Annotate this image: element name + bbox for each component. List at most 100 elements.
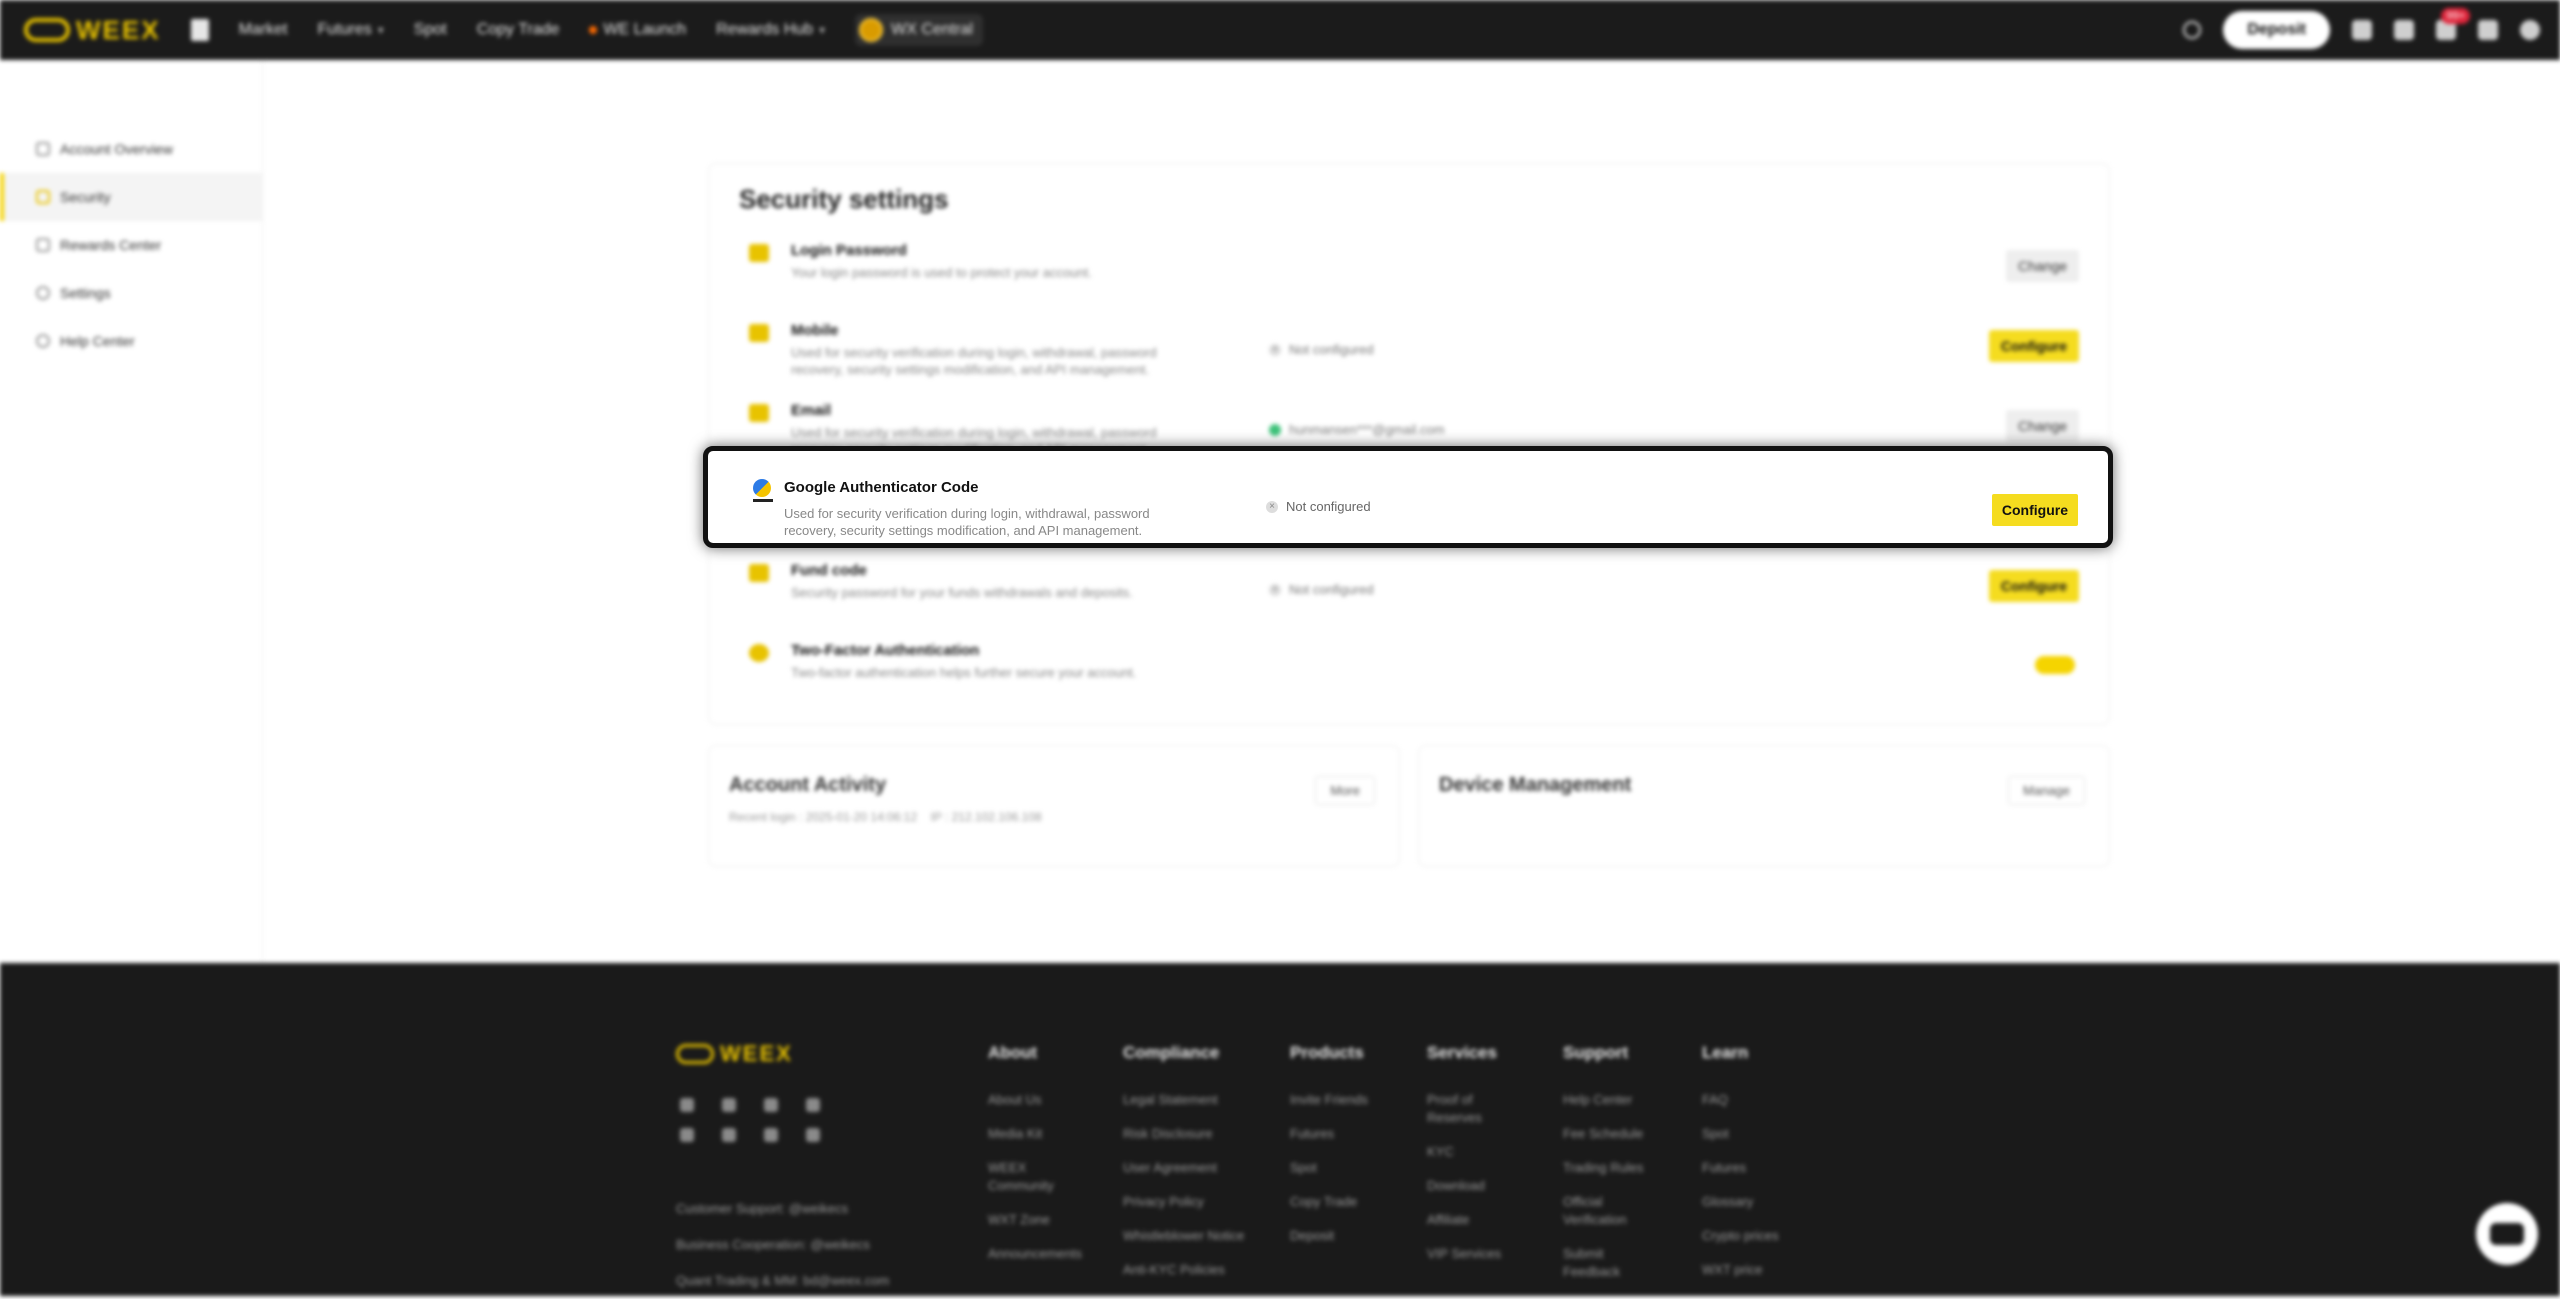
manage-devices-button[interactable]: Manage	[2008, 776, 2085, 805]
nav-rewards-hub[interactable]: Rewards Hub ▾	[716, 21, 825, 39]
not-configured-icon: ×	[1269, 343, 1281, 356]
discord-icon[interactable]	[680, 1128, 694, 1142]
chat-support-button[interactable]	[2476, 1203, 2538, 1265]
footer-link[interactable]: Deposit	[1290, 1227, 1390, 1245]
footer-link[interactable]: Anti-KYC Policies	[1123, 1261, 1263, 1279]
sidebar-item-help-center[interactable]: Help Center	[0, 317, 262, 365]
google-authenticator-icon	[753, 479, 771, 497]
sidebar-item-label: Security	[60, 189, 111, 205]
footer-link[interactable]: Affiliate	[1427, 1211, 1527, 1229]
footer-link[interactable]: Risk Disclosure	[1123, 1125, 1263, 1143]
facebook-icon[interactable]	[680, 1098, 694, 1112]
row-name: Email	[791, 402, 832, 419]
row-description: Used for security verification during lo…	[784, 506, 1150, 538]
row-description: Two-factor authentication helps further …	[791, 665, 1137, 680]
row-description: Used for security verification during lo…	[791, 345, 1157, 377]
document-icon[interactable]	[190, 19, 209, 41]
more-activity-button[interactable]: More	[1315, 776, 1375, 805]
logo-text: WEEX	[76, 14, 161, 45]
download-icon[interactable]	[2478, 20, 2498, 40]
sidebar-item-account-overview[interactable]: Account Overview	[0, 125, 262, 173]
footer-link[interactable]: FAQ	[1702, 1091, 1802, 1109]
footer-link[interactable]: Futures	[1290, 1125, 1390, 1143]
footer-link[interactable]: WXT price	[1702, 1261, 1802, 1279]
sidebar-item-settings[interactable]: Settings	[0, 269, 262, 317]
footer-link[interactable]: Privacy Policy	[1123, 1193, 1263, 1211]
row-description: Your login password is used to protect y…	[791, 265, 1092, 280]
security-settings-card: Security settings Login Password Your lo…	[708, 163, 2110, 725]
configure-google-authenticator-button[interactable]: Configure	[1991, 494, 2078, 526]
footer-link[interactable]: User Agreement	[1123, 1159, 1263, 1177]
footer-link[interactable]: Download	[1427, 1177, 1527, 1195]
recent-login-text: Recent login : 2025-01-20 14:06:12 IP : …	[729, 810, 1042, 824]
orders-icon[interactable]	[2394, 20, 2414, 40]
footer-link[interactable]: Invite Friends	[1290, 1091, 1390, 1109]
footer-column-about: About About Us Media Kit WEEX Community …	[988, 1043, 1088, 1279]
footer-logo[interactable]: WEEX	[676, 1041, 793, 1067]
youtube-icon[interactable]	[806, 1128, 820, 1142]
instagram-icon[interactable]	[764, 1098, 778, 1112]
footer-link[interactable]: Announcements	[988, 1245, 1088, 1263]
wx-central-button[interactable]: WX Central	[855, 14, 983, 46]
email-icon	[749, 404, 769, 422]
configure-fund-code-button[interactable]: Configure	[1988, 570, 2079, 602]
search-icon[interactable]	[2183, 21, 2202, 39]
nav-label: Market	[238, 21, 288, 38]
sidebar-item-security[interactable]: Security	[0, 173, 262, 221]
sidebar-item-rewards-center[interactable]: Rewards Center	[0, 221, 262, 269]
nav-market[interactable]: Market	[239, 21, 288, 39]
footer-link[interactable]: WEEX Community	[988, 1159, 1088, 1195]
nav-futures[interactable]: Futures ▾	[317, 21, 383, 39]
gear-icon	[36, 286, 50, 300]
footer-link[interactable]: Spot	[1290, 1159, 1390, 1177]
footer-link[interactable]: Crypto prices	[1702, 1227, 1802, 1245]
nav-spot[interactable]: Spot	[414, 21, 447, 39]
security-row-login-password: Login Password Your login password is us…	[749, 242, 2089, 302]
globe-icon[interactable]	[2520, 20, 2540, 40]
user-icon[interactable]	[2352, 20, 2372, 40]
footer-link[interactable]: KYC	[1427, 1143, 1527, 1161]
row-status: × Not configured	[1266, 499, 1371, 514]
footer-link[interactable]: Glossary	[1702, 1193, 1802, 1211]
footer-link[interactable]: Legal Statement	[1123, 1091, 1263, 1109]
footer-link[interactable]: VIP Services	[1427, 1245, 1527, 1263]
account-activity-card: Account Activity Recent login : 2025-01-…	[708, 745, 1400, 867]
check-icon	[1269, 423, 1281, 436]
nav-we-launch[interactable]: WE Launch	[589, 21, 686, 39]
footer-link[interactable]: Futures	[1702, 1159, 1802, 1177]
row-name: Mobile	[791, 322, 839, 339]
footer-column-learn: Learn FAQ Spot Futures Glossary Crypto p…	[1702, 1043, 1802, 1295]
footer-link[interactable]: Official Verification	[1563, 1193, 1633, 1229]
page-title: Security settings	[739, 184, 949, 214]
pinterest-icon[interactable]	[722, 1098, 736, 1112]
footer-link[interactable]: Copy Trade	[1290, 1193, 1390, 1211]
telegram-icon[interactable]	[806, 1098, 820, 1112]
footer-column-compliance: Compliance Legal Statement Risk Disclosu…	[1123, 1043, 1263, 1295]
linkedin-icon[interactable]	[722, 1128, 736, 1142]
footer-link[interactable]: WXT Zone	[988, 1211, 1088, 1229]
footer-link[interactable]: Help Center	[1563, 1091, 1663, 1109]
footer-link[interactable]: Spot	[1702, 1125, 1802, 1143]
footer-link[interactable]: Media Kit	[988, 1125, 1088, 1143]
footer-column-services: Services Proof of Reserves KYC Download …	[1427, 1043, 1527, 1279]
change-email-button[interactable]: Change	[2005, 410, 2079, 442]
footer-link[interactable]: Fee Schedule	[1563, 1125, 1663, 1143]
nav-copy-trade[interactable]: Copy Trade	[477, 21, 560, 39]
bell-icon[interactable]: 99+	[2436, 8, 2470, 40]
footer-link[interactable]: Whistleblower Notice	[1123, 1227, 1263, 1245]
row-status: × Not configured	[1269, 582, 1374, 597]
weex-logo[interactable]: WEEX	[24, 15, 161, 46]
footer-column-support: Support Help Center Fee Schedule Trading…	[1563, 1043, 1663, 1297]
deposit-button[interactable]: Deposit	[2223, 11, 2330, 49]
footer-link[interactable]: Proof of Reserves	[1427, 1091, 1497, 1127]
top-navigation: WEEX Market Futures ▾ Spot Copy Trade WE …	[0, 0, 2560, 60]
sidebar-item-label: Help Center	[60, 333, 135, 349]
footer-link[interactable]: Submit Feedback	[1563, 1245, 1633, 1281]
two-factor-toggle[interactable]	[2035, 656, 2075, 674]
change-password-button[interactable]: Change	[2005, 250, 2079, 282]
status-text: hunmansen***@gmail.com	[1289, 422, 1445, 437]
footer-link[interactable]: Trading Rules	[1563, 1159, 1663, 1177]
x-twitter-icon[interactable]	[764, 1128, 778, 1142]
configure-mobile-button[interactable]: Configure	[1988, 330, 2079, 362]
footer-link[interactable]: About Us	[988, 1091, 1088, 1109]
